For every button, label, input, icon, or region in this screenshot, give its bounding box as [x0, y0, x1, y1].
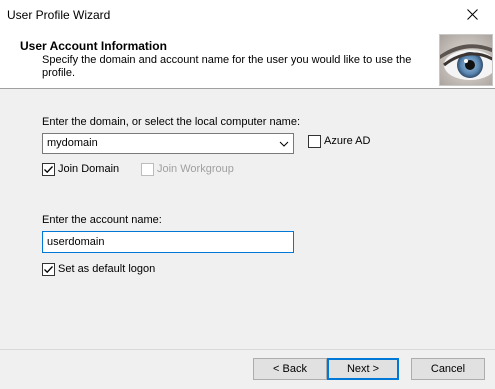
azure-ad-label: Azure AD	[324, 135, 371, 147]
domain-value: mydomain	[47, 137, 98, 149]
account-label: Enter the account name:	[42, 214, 162, 226]
join-domain-checkbox[interactable]	[42, 163, 55, 176]
account-name-value: userdomain	[47, 236, 105, 248]
join-workgroup-checkbox[interactable]	[141, 163, 154, 176]
default-logon-label: Set as default logon	[58, 263, 156, 275]
next-button[interactable]: Next >	[327, 358, 399, 380]
title-bar: User Profile Wizard	[0, 0, 495, 29]
checkmark-icon	[44, 266, 53, 274]
header-description: Specify the domain and account name for …	[42, 54, 412, 79]
window-title: User Profile Wizard	[7, 8, 111, 22]
azure-ad-checkbox[interactable]	[308, 135, 321, 148]
default-logon-checkbox[interactable]	[42, 263, 55, 276]
join-domain-label: Join Domain	[58, 163, 120, 175]
checkmark-icon	[44, 166, 53, 174]
domain-label: Enter the domain, or select the local co…	[42, 116, 301, 128]
account-name-input[interactable]: userdomain	[42, 231, 294, 253]
close-icon	[466, 9, 478, 20]
chevron-down-icon	[279, 141, 289, 147]
header-title: User Account Information	[20, 39, 167, 53]
wizard-header: User Account Information Specify the dom…	[0, 29, 495, 89]
join-workgroup-label: Join Workgroup	[157, 163, 234, 175]
eye-image	[439, 34, 493, 86]
back-button[interactable]: < Back	[253, 358, 327, 380]
close-button[interactable]	[449, 0, 495, 29]
footer-divider	[0, 349, 495, 350]
domain-combobox[interactable]: mydomain	[42, 133, 294, 154]
cancel-button[interactable]: Cancel	[411, 358, 485, 380]
